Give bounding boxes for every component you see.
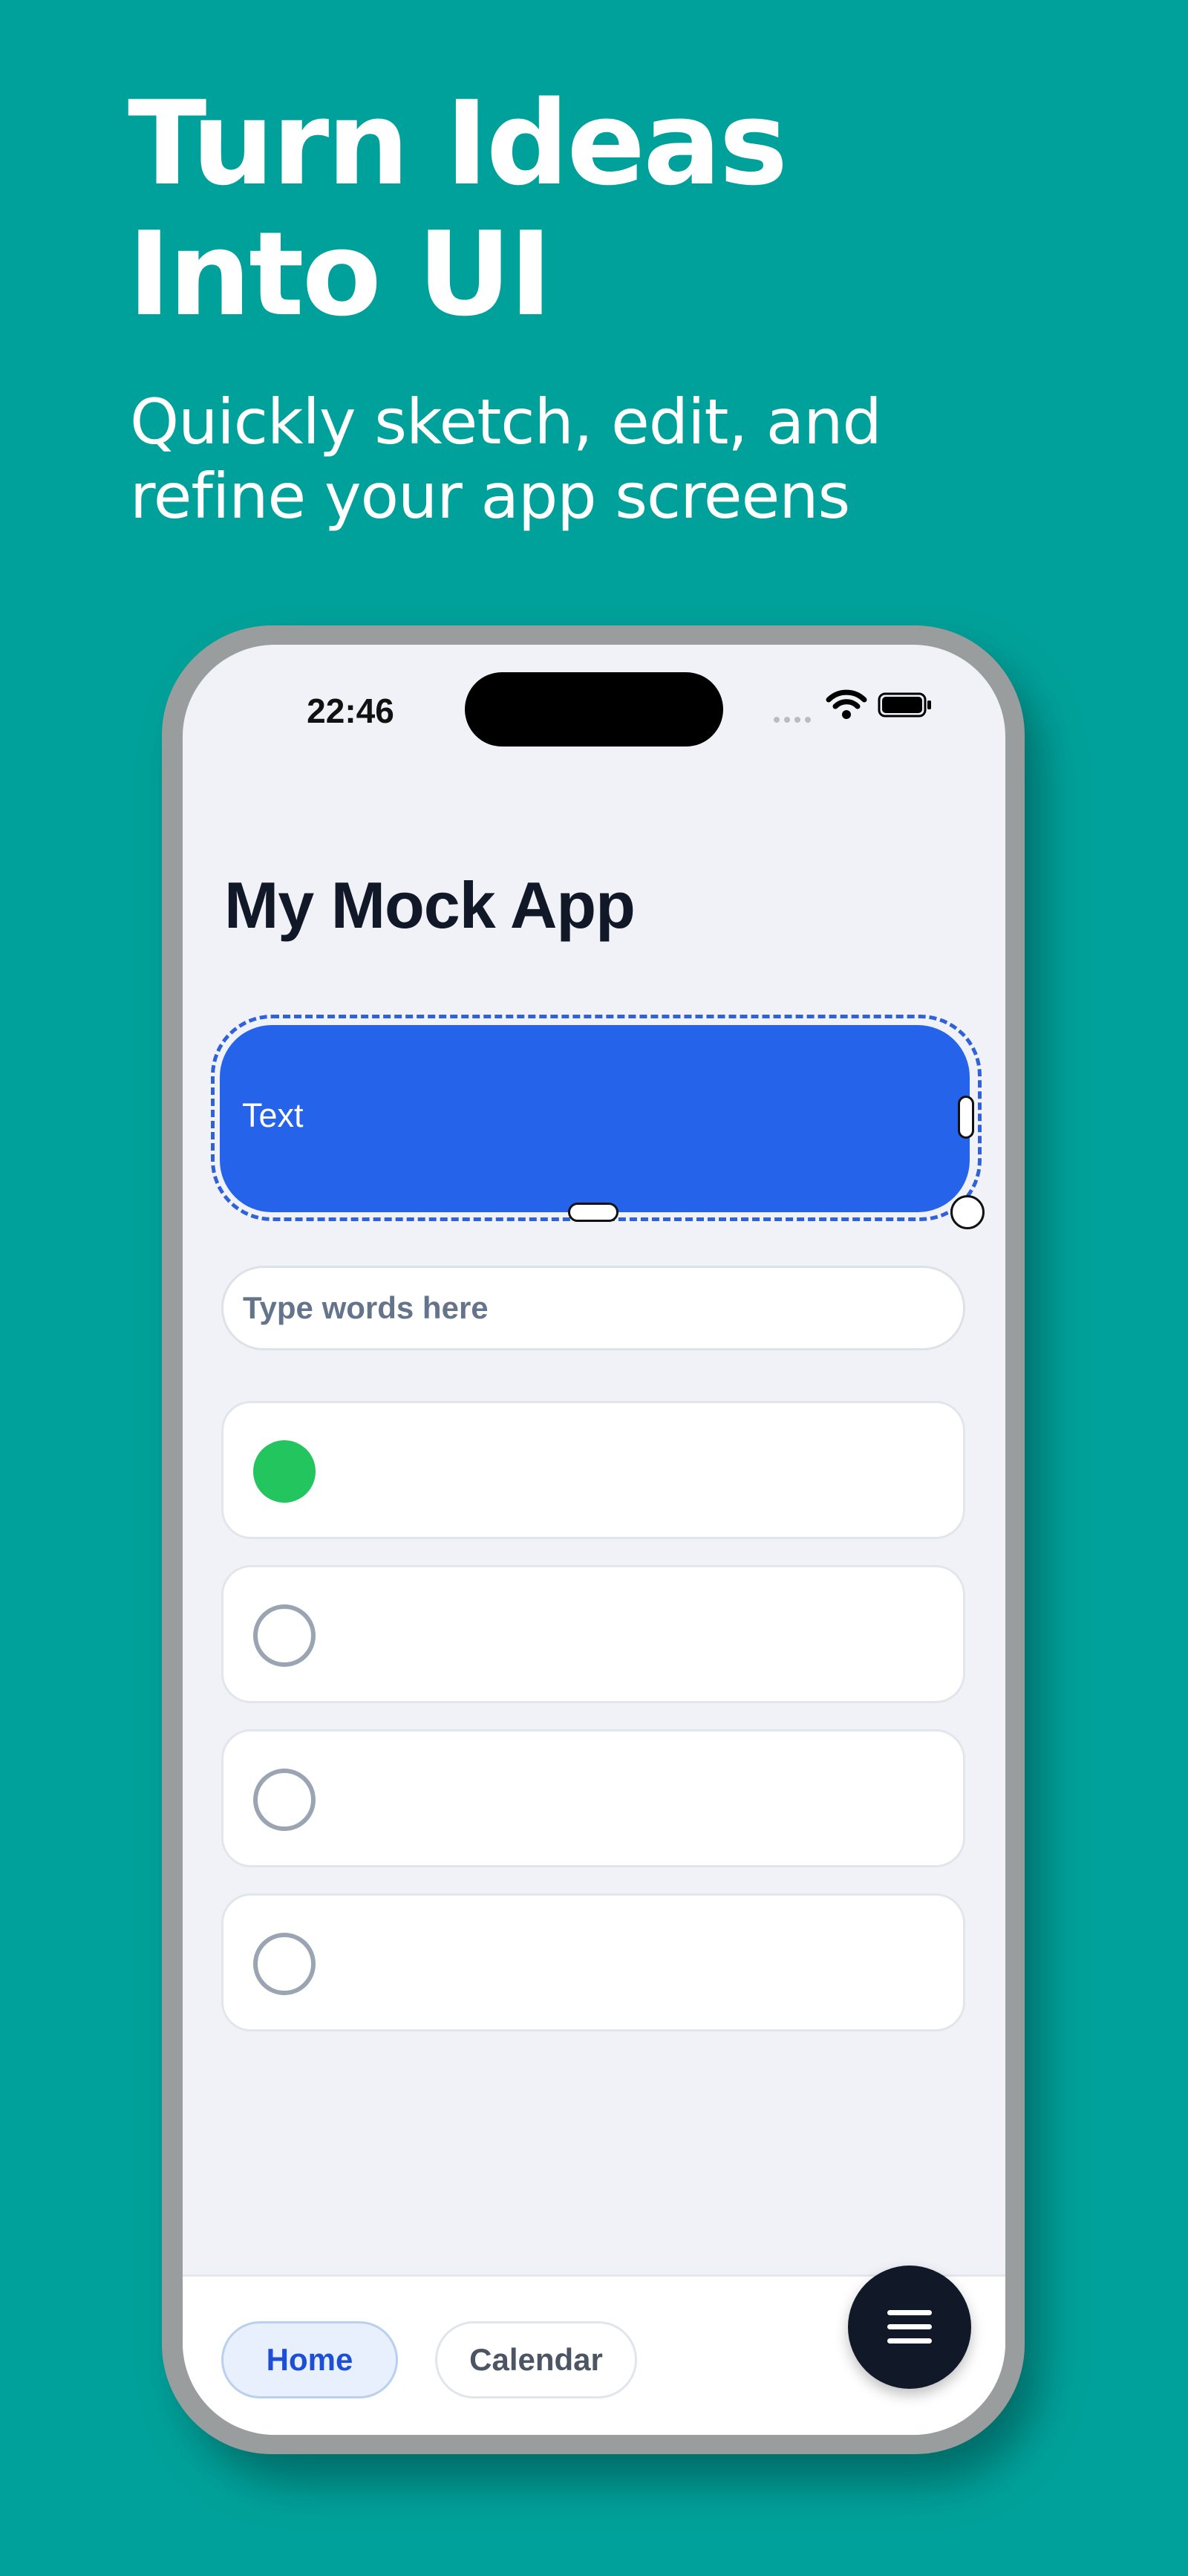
list-item[interactable] bbox=[221, 1729, 965, 1867]
hero-headline: Turn Ideas Into UI bbox=[128, 76, 788, 342]
list-item[interactable] bbox=[221, 1565, 965, 1703]
tab-home[interactable]: Home bbox=[221, 2321, 398, 2398]
phone-screen: 22:46 My Mock App Text Home Calendar bbox=[183, 645, 1005, 2435]
tab-calendar[interactable]: Calendar bbox=[435, 2321, 637, 2398]
text-input-field[interactable] bbox=[221, 1266, 965, 1350]
headline-line-1: Turn Ideas bbox=[128, 76, 788, 211]
resize-handle-corner[interactable] bbox=[950, 1195, 985, 1229]
subhead-line-2: refine your app screens bbox=[130, 460, 850, 533]
radio-unchecked-icon[interactable] bbox=[253, 1933, 316, 1995]
subhead-line-1: Quickly sketch, edit, and bbox=[130, 386, 882, 458]
status-icons bbox=[774, 688, 952, 732]
battery-icon bbox=[878, 692, 931, 718]
menu-fab-button[interactable] bbox=[848, 2266, 971, 2389]
hero-subhead: Quickly sketch, edit, and refine your app… bbox=[130, 385, 882, 533]
app-title: My Mock App bbox=[224, 868, 636, 942]
radio-checked-icon[interactable] bbox=[253, 1440, 316, 1503]
radio-unchecked-icon[interactable] bbox=[253, 1604, 316, 1667]
radio-unchecked-icon[interactable] bbox=[253, 1769, 316, 1831]
resize-handle-right[interactable] bbox=[958, 1096, 974, 1139]
list-item[interactable] bbox=[221, 1893, 965, 2032]
status-time: 22:46 bbox=[307, 692, 394, 730]
signal-dots-icon bbox=[774, 713, 815, 726]
headline-line-2: Into UI bbox=[128, 206, 552, 342]
selected-text-button[interactable]: Text bbox=[220, 1025, 970, 1212]
selected-button-label: Text bbox=[242, 1096, 304, 1134]
resize-handle-bottom[interactable] bbox=[568, 1203, 619, 1222]
menu-icon bbox=[887, 2310, 932, 2344]
dynamic-island bbox=[465, 672, 723, 747]
wifi-icon bbox=[826, 689, 867, 719]
list-item[interactable] bbox=[221, 1401, 965, 1539]
